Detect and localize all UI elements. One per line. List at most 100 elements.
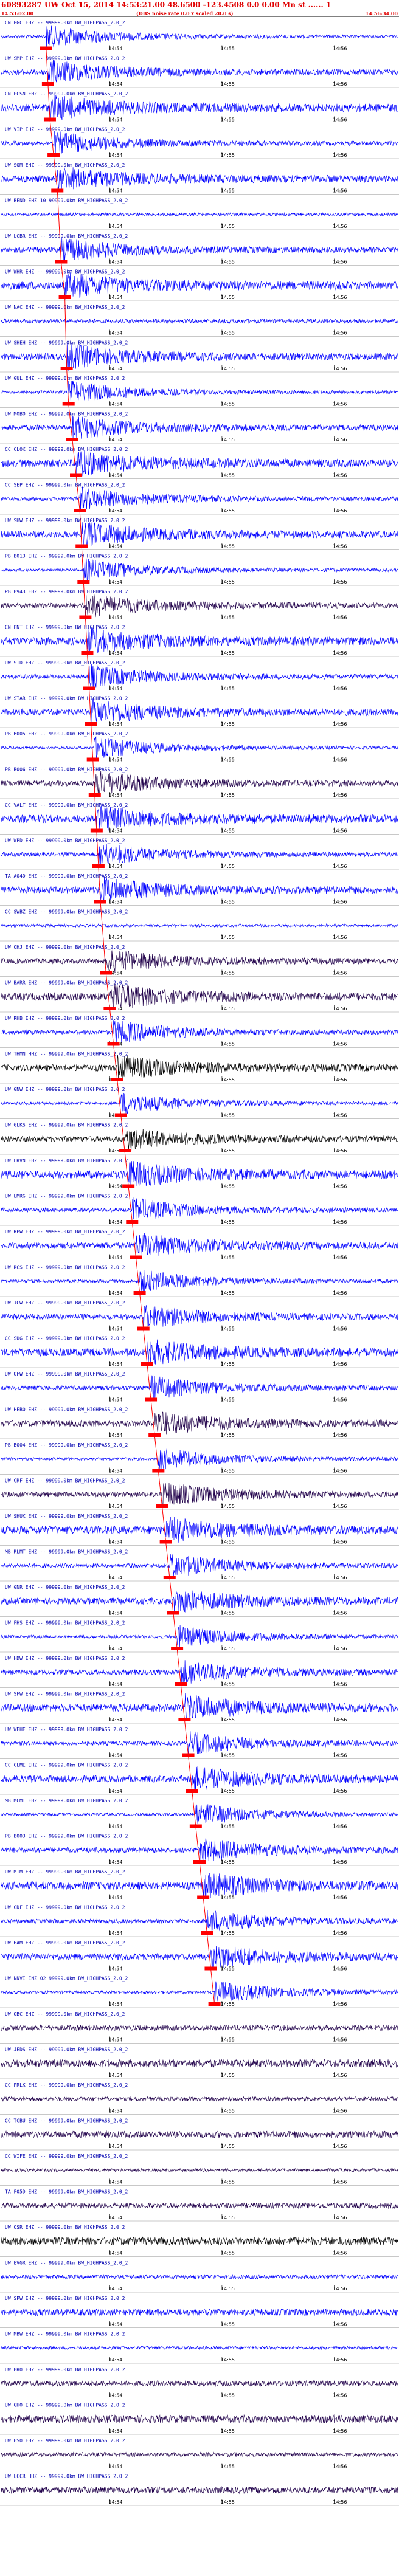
time-tick-label: 14:56 xyxy=(333,544,347,549)
trace-row: UW NAC EHZ -- 99999.0km BW_HIGHPASS_2.0_… xyxy=(0,305,399,337)
time-tick-label: 14:54 xyxy=(108,1824,122,1830)
trace-row: UW OBC EHZ -- 99999.0km BW_HIGHPASS_2.0_… xyxy=(0,2011,399,2044)
trace-row: PB B943 EHZ -- 99999.0km BW_HIGHPASS_2.0… xyxy=(0,589,399,621)
time-tick-label: 14:55 xyxy=(221,1184,235,1190)
waveform xyxy=(1,1554,398,1576)
waveform xyxy=(1,2236,398,2246)
trace-row: MB RLMT EHZ -- 99999.0km BW_HIGHPASS_2.0… xyxy=(0,1549,399,1582)
time-tick-label: 14:54 xyxy=(108,2215,122,2220)
time-tick-label: 14:56 xyxy=(333,2037,347,2043)
time-tick-label: 14:56 xyxy=(333,1646,347,1651)
time-tick-label: 14:54 xyxy=(108,2464,122,2470)
time-tick-label: 14:54 xyxy=(108,579,122,585)
time-tick-label: 14:55 xyxy=(221,1362,235,1367)
trace-label: UW NNVI ENZ 02 99999.0km BW_HIGHPASS_2.0… xyxy=(5,1976,128,1982)
trace-row: UW WHR EHZ -- 99999.0km BW_HIGHPASS_2.0_… xyxy=(0,269,399,301)
waveform xyxy=(1,1128,398,1151)
trace-label: CC SEP EHZ -- 99999.0km BW_HIGHPASS_2.0_… xyxy=(5,483,125,488)
trace-label: UW THMN HHZ -- 99999.0km BW_HIGHPASS_2.0… xyxy=(5,1052,128,1057)
time-tick-label: 14:55 xyxy=(221,686,235,692)
trace-row: CC TCBU EHZ -- 99999.0km BW_HIGHPASS_2.0… xyxy=(0,2118,399,2151)
time-tick-label: 14:54 xyxy=(108,46,122,52)
trace-row: UW MBW EHZ -- 99999.0km BW_HIGHPASS_2.0_… xyxy=(0,2332,399,2364)
time-tick-label: 14:56 xyxy=(333,1362,347,1367)
time-tick-label: 14:56 xyxy=(333,615,347,621)
trace-row: CC PRLK EHZ -- 99999.0km BW_HIGHPASS_2.0… xyxy=(0,2082,399,2115)
waveform xyxy=(1,1092,398,1114)
trace-label: CC SUG EHZ -- 99999.0km BW_HIGHPASS_2.0_… xyxy=(5,1336,125,1341)
time-tick-label: 14:54 xyxy=(108,1717,122,1723)
time-tick-label: 14:56 xyxy=(333,2180,347,2185)
time-tick-label: 14:55 xyxy=(221,650,235,656)
trace-label: MB RLMT EHZ -- 99999.0km BW_HIGHPASS_2.0… xyxy=(5,1549,128,1555)
time-tick-label: 14:56 xyxy=(333,1184,347,1190)
waveform xyxy=(1,558,398,582)
time-tick-label: 14:56 xyxy=(333,2215,347,2220)
trace-row: UW HEBO EHZ -- 99999.0km BW_HIGHPASS_2.0… xyxy=(0,1407,399,1439)
time-tick-label: 14:55 xyxy=(221,366,235,371)
trace-label: UW GLKS EHZ -- 99999.0km BW_HIGHPASS_2.0… xyxy=(5,1123,128,1128)
time-tick-label: 14:55 xyxy=(221,2180,235,2185)
time-tick-label: 14:55 xyxy=(221,864,235,869)
time-tick-label: 14:54 xyxy=(108,1930,122,1936)
trace-row: UW GNR EHZ -- 99999.0km BW_HIGHPASS_2.0_… xyxy=(0,1585,399,1617)
time-tick-label: 14:56 xyxy=(333,46,347,52)
time-tick-label: 14:56 xyxy=(333,721,347,727)
waveform xyxy=(1,25,398,48)
trace-row: UW WPD EHZ -- 99999.0km BW_HIGHPASS_2.0_… xyxy=(0,838,399,870)
trace-label: CC CLME EHZ -- 99999.0km BW_HIGHPASS_2.0… xyxy=(5,1763,128,1768)
waveform xyxy=(1,1411,398,1435)
trace-row: UW EVGR EHZ -- 99999.0km BW_HIGHPASS_2.0… xyxy=(0,2261,399,2293)
trace-label: TA F05D EHZ -- 99999.0km BW_HIGHPASS_2.0… xyxy=(5,2189,128,2195)
waveform xyxy=(1,594,398,618)
time-tick-label: 14:56 xyxy=(333,2393,347,2399)
waveform xyxy=(1,1838,398,1862)
trace-row: UW FHS EHZ -- 99999.0km BW_HIGHPASS_2.0_… xyxy=(0,1620,399,1653)
time-tick-label: 14:56 xyxy=(333,81,347,87)
waveform xyxy=(1,2202,398,2209)
time-tick-label: 14:54 xyxy=(108,1219,122,1225)
time-tick-label: 14:55 xyxy=(221,1006,235,1011)
trace-row: CC CLOK EHZ -- 99999.0km BW_HIGHPASS_2.0… xyxy=(0,447,399,479)
time-tick-label: 14:56 xyxy=(333,864,347,869)
time-tick-label: 14:56 xyxy=(333,1504,347,1509)
trace-label: PB B943 EHZ -- 99999.0km BW_HIGHPASS_2.0… xyxy=(5,589,128,594)
time-tick-label: 14:55 xyxy=(221,793,235,798)
time-tick-label: 14:54 xyxy=(108,1788,122,1794)
trace-row: UW STD EHZ -- 99999.0km BW_HIGHPASS_2.0_… xyxy=(0,660,399,692)
time-tick-label: 14:55 xyxy=(221,1077,235,1083)
waveform xyxy=(1,1375,398,1400)
trace-row: UW OHJ EHZ -- 99999.0km BW_HIGHPASS_2.0_… xyxy=(0,945,399,977)
waveform xyxy=(1,1660,398,1685)
trace-row: UW LCCR HHZ -- 99999.0km BW_HIGHPASS_2.0… xyxy=(0,2474,399,2506)
waveform xyxy=(1,923,398,928)
time-tick-label: 14:55 xyxy=(221,1148,235,1154)
trace-label: UW EVGR EHZ -- 99999.0km BW_HIGHPASS_2.0… xyxy=(5,2261,128,2266)
time-tick-label: 14:55 xyxy=(221,473,235,478)
time-tick-label: 14:56 xyxy=(333,1113,347,1118)
seismogram-plot: CN PGC EHZ -- 99999.0km BW_HIGHPASS_2.0_… xyxy=(0,16,399,2506)
time-tick-label: 14:56 xyxy=(333,2357,347,2363)
time-tick-label: 14:55 xyxy=(221,437,235,443)
time-tick-label: 14:55 xyxy=(221,721,235,727)
trace-label: UW SQM EHZ -- 99999.0km BW_HIGHPASS_2.0_… xyxy=(5,162,125,168)
trace-label: UW MBW EHZ -- 99999.0km BW_HIGHPASS_2.0_… xyxy=(5,2332,125,2337)
time-tick-label: 14:55 xyxy=(221,1255,235,1261)
time-tick-label: 14:56 xyxy=(333,935,347,940)
trace-label: UW GHO EHZ -- 99999.0km BW_HIGHPASS_2.0_… xyxy=(5,2403,125,2408)
trace-row: UW VIP EHZ -- 99999.0km BW_HIGHPASS_2.0_… xyxy=(0,127,399,159)
time-tick-label: 14:54 xyxy=(108,508,122,514)
time-tick-label: 14:54 xyxy=(108,544,122,549)
time-tick-label: 14:54 xyxy=(108,1504,122,1509)
waveform xyxy=(1,2308,398,2316)
time-tick-label: 14:56 xyxy=(333,1682,347,1687)
time-tick-label: 14:54 xyxy=(108,686,122,692)
waveform xyxy=(1,949,398,973)
trace-label: UW VIP EHZ -- 99999.0km BW_HIGHPASS_2.0_… xyxy=(5,127,125,133)
time-tick-label: 14:56 xyxy=(333,2428,347,2434)
waveform xyxy=(1,212,398,217)
trace-label: UW SHUK EHZ -- 99999.0km BW_HIGHPASS_2.0… xyxy=(5,1514,128,1519)
time-tick-label: 14:56 xyxy=(333,1397,347,1403)
time-tick-label: 14:55 xyxy=(221,260,235,265)
time-tick-label: 14:54 xyxy=(108,864,122,869)
